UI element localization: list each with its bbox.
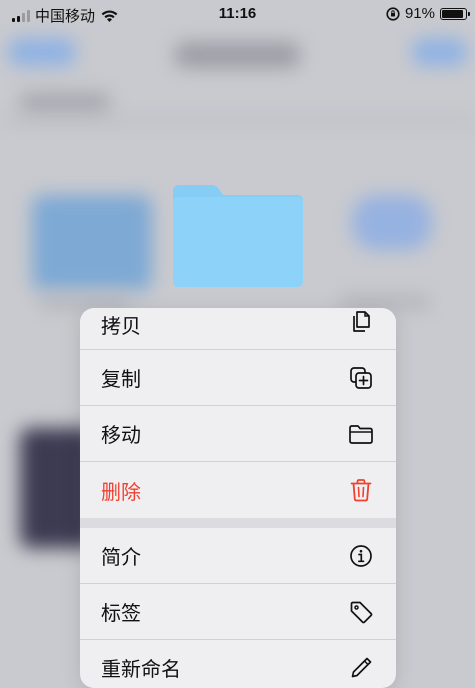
menu-item-copy[interactable]: 拷贝: [80, 308, 396, 350]
battery-percent: 91%: [404, 5, 435, 22]
blurred-divider: [0, 118, 475, 124]
blurred-nav-button: [412, 38, 467, 66]
menu-item-delete[interactable]: 删除: [80, 462, 396, 518]
folder-icon: [348, 421, 374, 447]
menu-item-label: 标签: [101, 601, 141, 625]
menu-item-label: 重新命名: [101, 657, 181, 681]
menu-item-label: 删除: [101, 479, 141, 504]
blurred-folder: [32, 195, 152, 290]
copy-document-icon: [348, 308, 374, 334]
menu-item-label: 拷贝: [101, 314, 141, 338]
blurred-item: [352, 195, 432, 250]
menu-section-separator: [80, 518, 396, 528]
blurred-title: [175, 42, 300, 68]
trash-icon: [348, 477, 374, 503]
blurred-back-button: [8, 38, 76, 66]
battery-icon: [440, 7, 470, 20]
menu-item-label: 简介: [101, 545, 141, 569]
info-icon: [348, 543, 374, 569]
folder-icon-preview: [173, 185, 303, 287]
blurred-subtitle: [20, 92, 110, 114]
menu-item-label: 复制: [101, 367, 141, 391]
menu-item-duplicate[interactable]: 复制: [80, 350, 396, 406]
pencil-icon: [348, 655, 374, 681]
menu-item-rename[interactable]: 重新命名: [80, 640, 396, 688]
tag-icon: [348, 599, 374, 625]
orientation-lock-icon: [386, 6, 400, 21]
status-bar: 中国移动 11:16 91%: [0, 0, 475, 30]
context-menu: 拷贝 复制 移动 删除 简介 标签 重新命名: [80, 308, 396, 688]
menu-item-label: 移动: [101, 423, 141, 447]
duplicate-plus-icon: [348, 365, 374, 391]
menu-item-move[interactable]: 移动: [80, 406, 396, 462]
menu-item-info[interactable]: 简介: [80, 528, 396, 584]
blurred-label: [40, 295, 130, 309]
menu-item-tags[interactable]: 标签: [80, 584, 396, 640]
blurred-label: [340, 295, 430, 309]
